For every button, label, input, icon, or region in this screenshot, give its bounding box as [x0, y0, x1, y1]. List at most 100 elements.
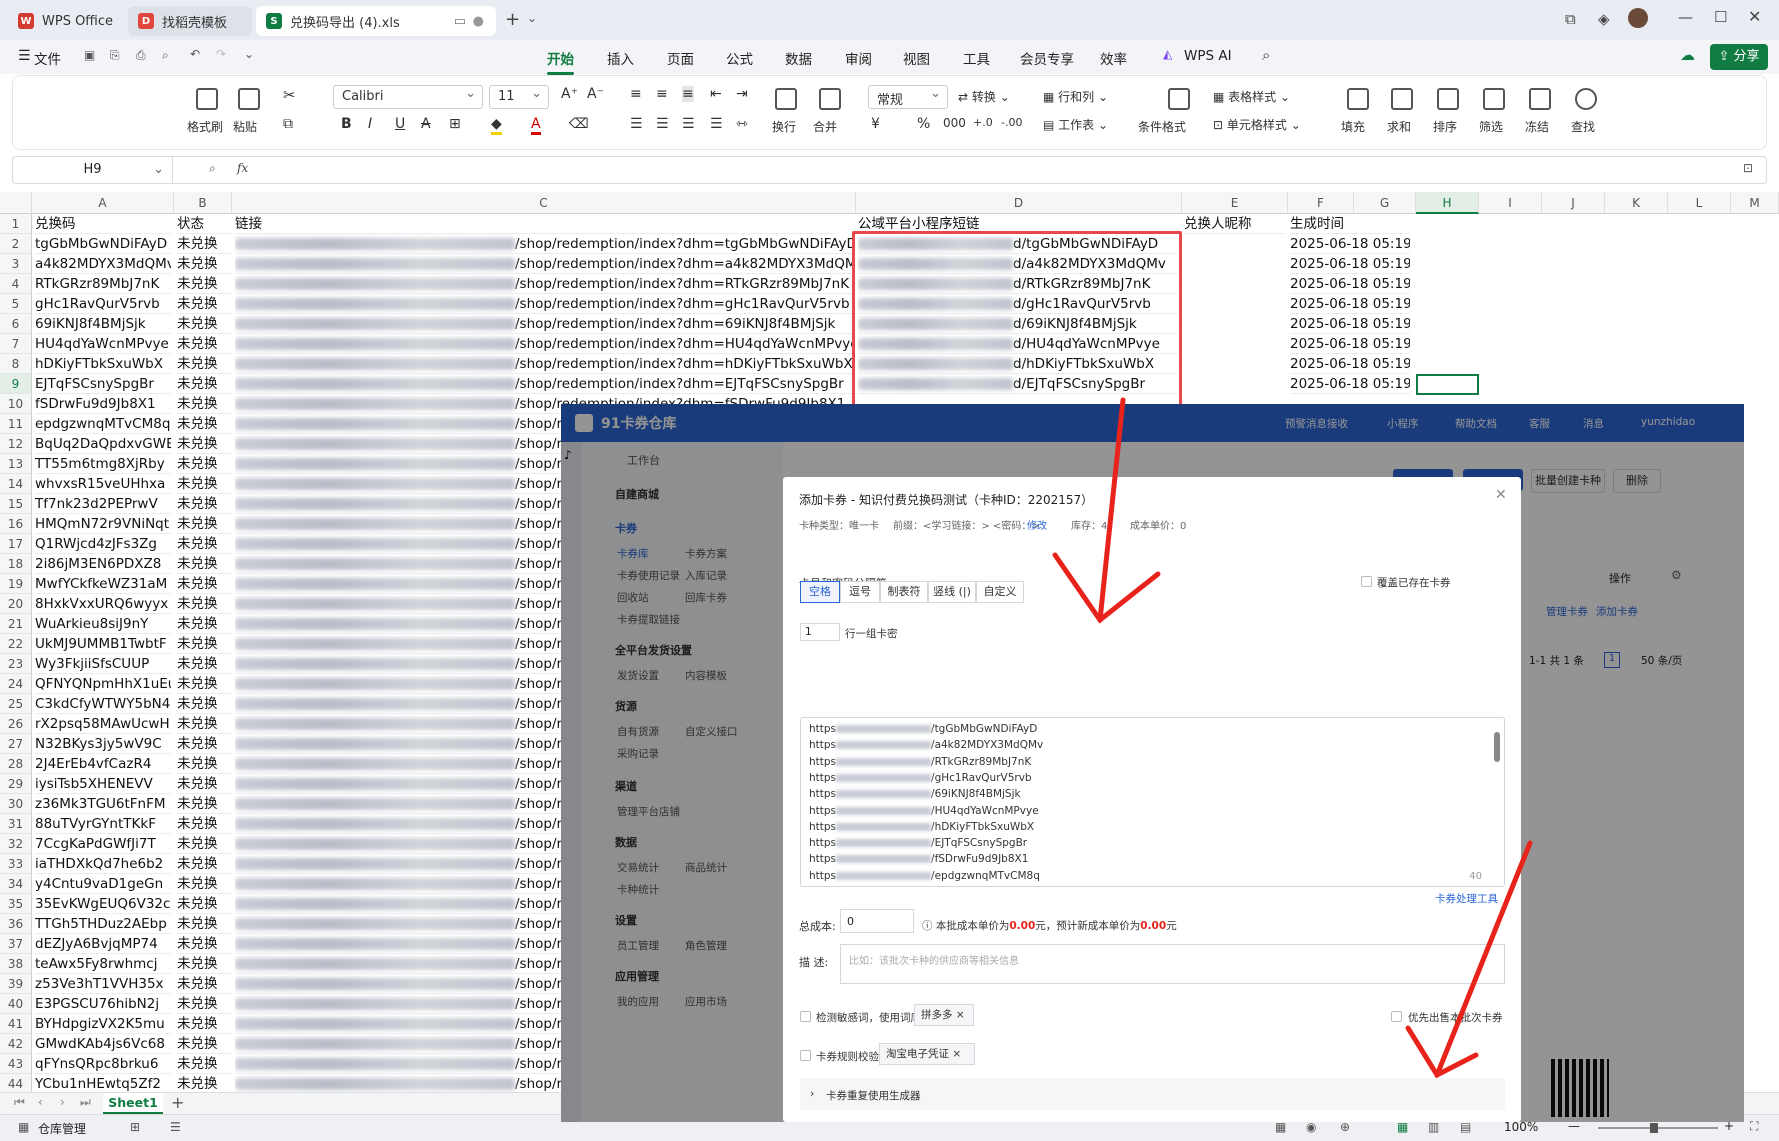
code-cell[interactable]: hDKiyFTbkSxuWbX	[35, 354, 171, 374]
row-header[interactable]: 13	[0, 454, 32, 474]
sensitive-checkbox[interactable]	[800, 1011, 811, 1022]
header-cell[interactable]: 生成时间	[1290, 214, 1410, 234]
row-header[interactable]: 27	[0, 734, 32, 754]
row-header[interactable]: 22	[0, 634, 32, 654]
expand-formula-icon[interactable]: ⊡	[1743, 161, 1753, 175]
textarea-scrollbar[interactable]	[1494, 732, 1500, 762]
fill-button[interactable]: 填充	[1341, 118, 1365, 135]
status-cell[interactable]: 未兑换	[177, 954, 232, 974]
status-cell[interactable]: 未兑换	[177, 594, 232, 614]
status-cell[interactable]: 未兑换	[177, 474, 232, 494]
link-cell[interactable]: /shop/redemption/index?dhm=a4k82MDYX3MdQ…	[235, 254, 855, 274]
filter-button[interactable]: 筛选	[1479, 118, 1503, 135]
close-icon[interactable]: ✕	[1748, 7, 1761, 26]
column-header[interactable]: B	[174, 192, 232, 214]
menu-page[interactable]: 页面	[667, 48, 694, 68]
freeze-icon[interactable]	[1529, 88, 1551, 110]
row-header[interactable]: 10	[0, 394, 32, 414]
table-style-button[interactable]: ▦ 表格样式 ⌄	[1213, 88, 1290, 105]
row-header[interactable]: 25	[0, 694, 32, 714]
row-header[interactable]: 14	[0, 474, 32, 494]
align-right-icon[interactable]: ☰	[682, 116, 695, 132]
row-header[interactable]: 15	[0, 494, 32, 514]
code-cell[interactable]: fSDrwFu9d9Jb8X1	[35, 394, 171, 414]
time-cell[interactable]: 2025-06-18 05:19	[1290, 334, 1410, 354]
status-cell[interactable]: 未兑换	[177, 694, 232, 714]
link-cell[interactable]: /shop/redemption/index?dhm=EJTqFSCsnySpg…	[235, 374, 855, 394]
overwrite-checkbox[interactable]	[1361, 576, 1372, 587]
chevron-down-icon[interactable]: ⌄	[527, 11, 537, 25]
align-center-icon[interactable]: ☰	[656, 116, 669, 132]
tab-spreadsheet[interactable]: S 兑换码导出 (4).xls ▭ ●	[256, 6, 496, 36]
row-header[interactable]: 6	[0, 314, 32, 334]
tag-close-icon[interactable]: ×	[952, 1048, 961, 1060]
insert-function-button[interactable]: fx	[237, 161, 248, 175]
conditional-format-icon[interactable]	[1168, 88, 1190, 110]
menu-member[interactable]: 会员专享	[1020, 48, 1074, 68]
status-cell[interactable]: 未兑换	[177, 574, 232, 594]
code-cell[interactable]: YCbu1nHEwtq5Zf2	[35, 1074, 171, 1092]
filter-icon[interactable]	[1483, 88, 1505, 110]
chevron-down-icon[interactable]: ⌄	[244, 47, 254, 61]
strikethrough-icon[interactable]: A	[421, 116, 431, 132]
cube-icon[interactable]: ◈	[1598, 10, 1610, 28]
rule-checkbox[interactable]	[800, 1050, 811, 1061]
row-header[interactable]: 5	[0, 294, 32, 314]
time-cell[interactable]: 2025-06-18 05:19	[1290, 354, 1410, 374]
layout-icon[interactable]: ▦	[1275, 1120, 1286, 1134]
code-cell[interactable]: RTkGRzr89MbJ7nK	[35, 274, 171, 294]
code-cell[interactable]: epdgzwnqMTvCM8q	[35, 414, 171, 434]
status-cell[interactable]: 未兑换	[177, 314, 232, 334]
status-cell[interactable]: 未兑换	[177, 414, 232, 434]
font-color-icon[interactable]: A	[531, 116, 541, 135]
status-cell[interactable]: 未兑换	[177, 1014, 232, 1034]
status-cell[interactable]: 未兑换	[177, 734, 232, 754]
row-header[interactable]: 11	[0, 414, 32, 434]
link-cell[interactable]: /shop/redemption/index?dhm=HU4qdYaWcnMPv…	[235, 334, 855, 354]
column-header[interactable]: G	[1354, 192, 1416, 214]
find-icon[interactable]	[1575, 88, 1597, 110]
row-header[interactable]: 28	[0, 754, 32, 774]
last-sheet-icon[interactable]: ⏭	[80, 1095, 91, 1110]
menu-wps-ai[interactable]: WPS AI	[1184, 48, 1232, 64]
conditional-format-button[interactable]: 条件格式	[1138, 118, 1186, 135]
header-cell[interactable]: 链接	[235, 214, 835, 234]
code-cell[interactable]: Q1RWjcd4zJFs3Zg	[35, 534, 171, 554]
status-cell[interactable]: 未兑换	[177, 374, 232, 394]
status-cell[interactable]: 未兑换	[177, 914, 232, 934]
row-header[interactable]: 37	[0, 934, 32, 954]
link-cell[interactable]: /shop/redemption/index?dhm=gHc1RavQurV5r…	[235, 294, 855, 314]
convert-button[interactable]: ⇄ 转换 ⌄	[958, 88, 1010, 105]
border-icon[interactable]: ⊞	[449, 116, 461, 132]
code-cell[interactable]: 35EvKWgEUQ6V32c	[35, 894, 171, 914]
separator-comma[interactable]: 逗号	[840, 581, 880, 603]
column-header[interactable]: J	[1542, 192, 1605, 214]
row-header[interactable]: 3	[0, 254, 32, 274]
formula-input[interactable]	[267, 157, 1727, 183]
font-size-select[interactable]: 11	[489, 85, 549, 109]
align-bottom-icon[interactable]: ≡	[682, 86, 694, 102]
link-cell[interactable]: /shop/redemption/index?dhm=69iKNJ8f4BMjS…	[235, 314, 855, 334]
row-header[interactable]: 44	[0, 1074, 32, 1092]
zoom-slider[interactable]	[1598, 1123, 1718, 1133]
code-cell[interactable]: EJTqFSCsnySpgBr	[35, 374, 171, 394]
paste-button[interactable]: 粘贴	[233, 118, 257, 135]
row-header[interactable]: 42	[0, 1034, 32, 1054]
worksheet-button[interactable]: ▤ 工作表 ⌄	[1043, 116, 1108, 133]
row-header[interactable]: 21	[0, 614, 32, 634]
grow-font-icon[interactable]: A⁺	[561, 86, 578, 102]
separator-tab[interactable]: 制表符	[880, 581, 928, 603]
row-header[interactable]: 32	[0, 834, 32, 854]
status-cell[interactable]: 未兑换	[177, 254, 232, 274]
status-cell[interactable]: 未兑换	[177, 454, 232, 474]
distribute-icon[interactable]: ⇿	[736, 116, 748, 132]
row-header[interactable]: 4	[0, 274, 32, 294]
status-cell[interactable]: 未兑换	[177, 274, 232, 294]
format-painter-button[interactable]: 格式刷	[187, 118, 223, 135]
add-sheet-icon[interactable]: +	[171, 1093, 184, 1112]
status-left-label[interactable]: 仓库管理	[38, 1120, 86, 1137]
code-cell[interactable]: iaTHDXkQd7he6b2	[35, 854, 171, 874]
card-list-textarea[interactable]: https/tgGbMbGwNDiFAyD https/a4k82MDYX3MdQ…	[800, 717, 1505, 887]
status-cell[interactable]: 未兑换	[177, 754, 232, 774]
align-top-icon[interactable]: ≡	[630, 86, 642, 102]
